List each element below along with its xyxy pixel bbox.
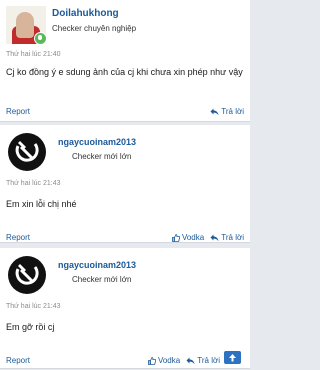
like-icon: [147, 356, 156, 365]
reply-label: Trả lời: [221, 106, 244, 116]
post-footer: Report Vodka Trả lời: [0, 227, 250, 247]
post-message: Em xin lỗi chị nhé: [6, 199, 77, 209]
like-icon: [171, 233, 180, 242]
user-meta: ngaycuoinam2013 Checker mới lớn: [48, 254, 136, 286]
post-message: Em gỡ rồi cj: [6, 322, 55, 332]
post-timestamp: Thứ hai lúc 21:43: [6, 303, 61, 310]
user-title: Checker chuyên nghiệp: [52, 24, 137, 33]
post: Doilahukhong Checker chuyên nghiệp Thứ h…: [0, 0, 250, 122]
user-meta: Doilahukhong Checker chuyên nghiệp: [48, 6, 136, 35]
post-header: ngaycuoinam2013 Checker mới lớn: [0, 248, 250, 298]
hammer-sickle-logo: [8, 133, 46, 171]
user-title: Checker mới lớn: [72, 275, 132, 284]
post-actions: Trả lời: [210, 107, 244, 116]
post-header: ngaycuoinam2013 Checker mới lớn: [0, 125, 250, 175]
reply-icon: [210, 234, 219, 241]
post-actions: Vodka Trả lời: [171, 232, 244, 242]
username[interactable]: Doilahukhong: [52, 7, 136, 20]
hammer-sickle-logo: [8, 256, 46, 294]
post-actions: Vodka Trả lời: [147, 355, 220, 365]
reply-icon: [186, 357, 195, 364]
reply-button[interactable]: Trả lời: [186, 356, 220, 365]
username[interactable]: ngaycuoinam2013: [58, 136, 136, 149]
user-title: Checker mới lớn: [72, 152, 132, 161]
avatar[interactable]: [6, 131, 48, 171]
reply-label: Trả lời: [197, 355, 220, 365]
like-button[interactable]: Vodka: [171, 232, 205, 242]
like-button[interactable]: Vodka: [147, 355, 181, 365]
reply-icon: [210, 108, 219, 115]
user-meta: ngaycuoinam2013 Checker mới lớn: [48, 131, 136, 163]
report-link[interactable]: Report: [6, 233, 30, 242]
report-link[interactable]: Report: [6, 107, 30, 116]
report-link[interactable]: Report: [6, 356, 30, 365]
avatar[interactable]: [6, 254, 48, 294]
scroll-top-icon: [229, 354, 236, 362]
post-footer: Report Vodka Trả lời: [0, 350, 250, 370]
avatar[interactable]: [6, 6, 48, 46]
scroll-top-button[interactable]: [224, 351, 241, 364]
like-label: Vodka: [157, 355, 181, 365]
reply-button[interactable]: Trả lời: [210, 107, 244, 116]
post: ngaycuoinam2013 Checker mới lớn Thứ hai …: [0, 125, 250, 243]
online-status-icon: [34, 32, 47, 45]
post-message: Cj ko đồng ý e sdung ảnh của cj khi chưa…: [6, 67, 243, 77]
reply-button[interactable]: Trả lời: [210, 233, 244, 242]
post-timestamp: Thứ hai lúc 21:40: [6, 51, 61, 58]
like-label: Vodka: [181, 232, 205, 242]
username[interactable]: ngaycuoinam2013: [58, 259, 136, 272]
post: ngaycuoinam2013 Checker mới lớn Thứ hai …: [0, 248, 250, 369]
post-header: Doilahukhong Checker chuyên nghiệp: [0, 0, 250, 46]
reply-label: Trả lời: [221, 232, 244, 242]
post-footer: Report Trả lời: [0, 101, 250, 121]
post-timestamp: Thứ hai lúc 21:43: [6, 180, 61, 187]
